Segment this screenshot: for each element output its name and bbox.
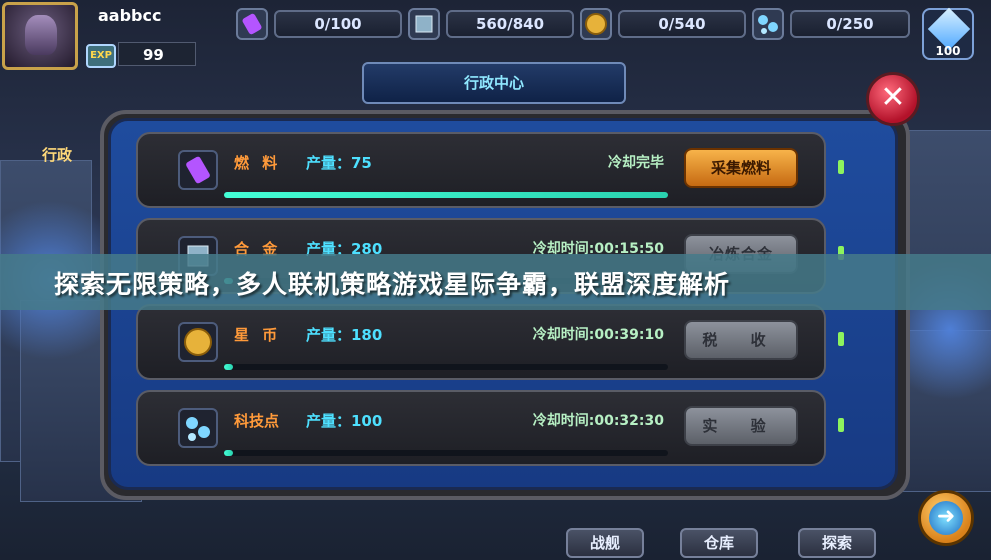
cooldown-progress-bar (224, 192, 668, 198)
collect-fuel-button[interactable]: 采集燃料 (684, 148, 798, 188)
production-rate: 产量：100 (306, 412, 383, 430)
tech-molecule-icon (752, 8, 784, 40)
resource-row-coin: 星 币 产量：180 冷却时间:00:39:10 税 收 (136, 304, 844, 380)
progress-fill (224, 364, 233, 370)
resource-tech[interactable]: 0/250 (752, 8, 918, 40)
cooldown-status: 冷却时间:00:32:30 (532, 413, 664, 429)
resource-value: 0/100 (274, 10, 402, 38)
resource-alloy[interactable]: 560/840 (408, 8, 574, 40)
crystal-count: 100 (935, 44, 961, 58)
article-title-banner: 探索无限策略，多人联机策略游戏星际争霸，联盟深度解析 (0, 254, 991, 310)
bottom-nav: 战舰 仓库 探索 (0, 522, 991, 560)
player-avatar[interactable] (2, 2, 78, 70)
cooldown-progress-bar (224, 450, 668, 456)
banner-text: 探索无限策略，多人联机策略游戏星际争霸，联盟深度解析 (54, 270, 731, 299)
panel-title: 行政中心 (362, 62, 626, 104)
alloy-crate-icon (408, 8, 440, 40)
avatar-face (25, 15, 57, 55)
resource-row-tech: 科技点 产量：100 冷却时间:00:32:30 实 验 (136, 390, 844, 466)
production-rate: 产量：180 (306, 326, 383, 344)
status-pip (838, 332, 844, 346)
cooldown-status: 冷却时间:00:39:10 (532, 327, 664, 343)
cooldown-progress-bar (224, 364, 668, 370)
star-coin-icon (178, 322, 218, 362)
status-pip (838, 160, 844, 174)
close-button[interactable]: ✕ (866, 72, 920, 126)
resource-name: 燃 料 (234, 154, 282, 172)
resource-name: 科技点 (234, 412, 280, 430)
cooldown-status: 冷却完毕 (608, 155, 664, 171)
player-name: aabbcc (98, 6, 162, 25)
progress-fill (224, 192, 668, 198)
arrow-right-icon: ➜ (929, 501, 963, 535)
fuel-canister-icon (236, 8, 268, 40)
resource-name: 星 币 (234, 326, 282, 344)
exp-badge: EXP (86, 44, 116, 68)
status-pip (838, 418, 844, 432)
exp-value: 99 (118, 42, 196, 66)
resource-fuel[interactable]: 0/100 (236, 8, 402, 40)
production-rate: 产量：75 (306, 154, 372, 172)
resource-value: 560/840 (446, 10, 574, 38)
fuel-canister-icon (178, 150, 218, 190)
tab-explore[interactable]: 探索 (798, 528, 876, 558)
resource-coin[interactable]: 0/540 (580, 8, 746, 40)
tax-button[interactable]: 税 收 (684, 320, 798, 360)
crystal-currency[interactable]: 100 (922, 7, 974, 60)
top-bar: aabbcc EXP 99 0/100 560/840 0/540 0/250 … (0, 0, 991, 70)
progress-fill (224, 450, 233, 456)
resource-value: 0/540 (618, 10, 746, 38)
tab-warehouse[interactable]: 仓库 (680, 528, 758, 558)
tech-molecule-icon (178, 408, 218, 448)
resource-value: 0/250 (790, 10, 910, 38)
star-coin-icon (580, 8, 612, 40)
side-building-label: 行政 (42, 146, 73, 164)
resource-row-fuel: 燃 料 产量：75 冷却完毕 采集燃料 (136, 132, 844, 208)
tab-warships[interactable]: 战舰 (566, 528, 644, 558)
next-arrow-button[interactable]: ➜ (918, 490, 974, 546)
experiment-button[interactable]: 实 验 (684, 406, 798, 446)
